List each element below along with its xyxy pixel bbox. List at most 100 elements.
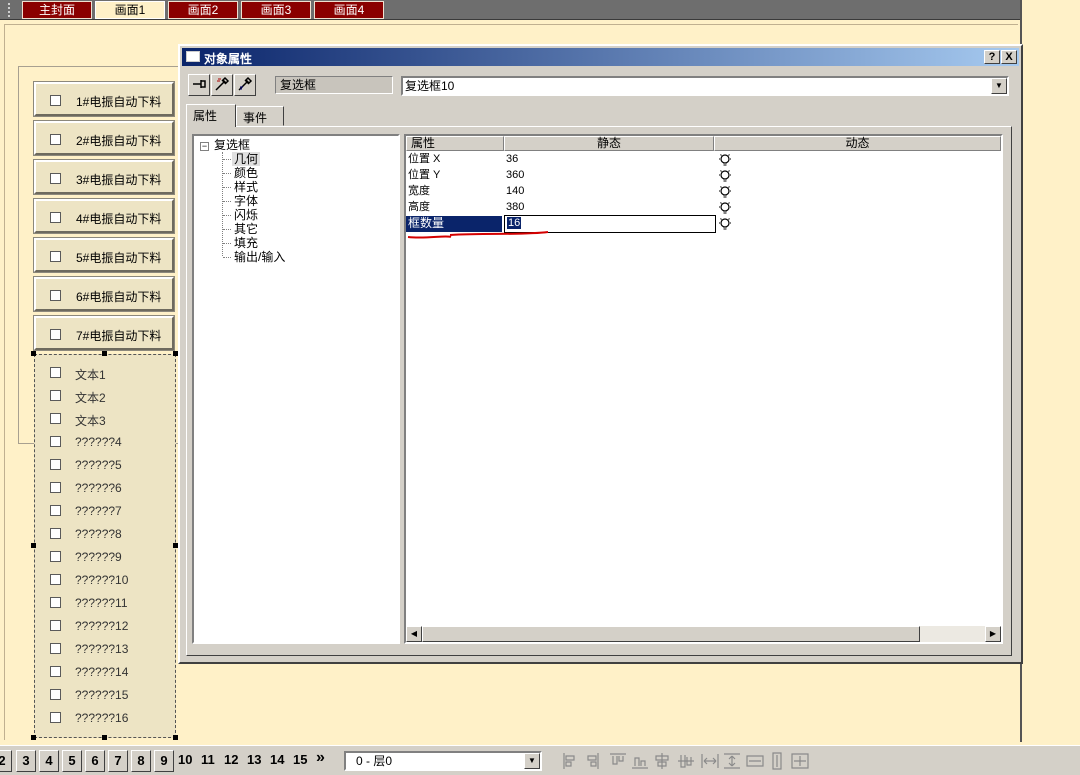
checkbox-square[interactable] [50,367,61,378]
more-pages-button[interactable]: » [316,749,325,767]
tab-main-cover[interactable]: 主封面 [22,1,92,19]
pin-icon[interactable] [188,74,210,96]
property-category-tree[interactable]: − 复选框 几何 颜色 样式 字体 闪烁 其它 填充 输出/输入 [192,134,400,644]
auto-feed-button-3[interactable]: 3#电振自动下料 [33,159,175,195]
checkbox-square[interactable] [50,413,61,424]
auto-feed-button-6[interactable]: 6#电振自动下料 [33,276,175,312]
checkbox-square[interactable] [50,712,61,723]
align-left-icon[interactable] [563,753,575,769]
help-button[interactable]: ? [984,50,1000,64]
scroll-left-icon[interactable]: ◀ [406,626,422,642]
align-right-icon[interactable] [587,753,599,769]
lightbulb-icon[interactable] [718,153,732,167]
same-width-icon[interactable] [746,755,764,767]
column-header-property[interactable]: 属性 [406,136,504,151]
chevron-down-icon[interactable]: ▼ [991,78,1007,94]
checkbox-item[interactable]: ??????8 [35,523,175,545]
lightbulb-icon[interactable] [718,169,732,183]
page-button[interactable]: 5 [62,750,82,772]
align-center-v-icon[interactable] [678,755,694,768]
property-value[interactable]: 360 [506,168,524,184]
tree-item-other[interactable]: 其它 [234,222,258,236]
chevron-down-icon[interactable]: ▼ [524,753,540,769]
page-number[interactable]: 10 [178,752,192,767]
checkbox-square[interactable] [50,643,61,654]
checkbox-item[interactable]: ??????5 [35,454,175,476]
tree-item-color[interactable]: 颜色 [234,166,258,180]
tab-screen-3[interactable]: 画面3 [241,1,311,19]
property-value[interactable]: 380 [506,200,524,216]
auto-feed-button-7[interactable]: 7#电振自动下料 [33,315,175,351]
tree-item-font[interactable]: 字体 [234,194,258,208]
checkbox-square[interactable] [50,666,61,677]
lightbulb-icon[interactable] [718,201,732,215]
checkbox-item[interactable]: ??????15 [35,684,175,706]
paste-dropper-icon[interactable] [234,74,256,96]
dialog-titlebar[interactable]: 对象属性 ? X [182,48,1019,66]
layer-select[interactable]: 0 - 层0 ▼ [344,751,542,771]
checkbox-square[interactable] [50,620,61,631]
resize-handle[interactable] [31,543,36,548]
checkbox-item[interactable]: 文本1 [35,362,175,384]
page-number[interactable]: 13 [247,752,261,767]
tab-screen-4[interactable]: 画面4 [314,1,384,19]
checkbox-item[interactable]: ??????16 [35,707,175,729]
checkbox-group[interactable]: 文本1 文本2 文本3 ??????4 ??????5 ??????6 ????… [34,354,176,738]
collapse-icon[interactable]: − [200,142,209,151]
same-height-icon[interactable] [772,752,782,770]
tree-item-io[interactable]: 输出/输入 [234,250,285,264]
resize-handle[interactable] [31,351,36,356]
tab-events[interactable]: 事件 [236,106,284,126]
auto-feed-button-5[interactable]: 5#电振自动下料 [33,237,175,273]
checkbox-item[interactable]: ??????14 [35,661,175,683]
property-value[interactable]: 36 [506,152,518,168]
checkbox-item[interactable]: ??????10 [35,569,175,591]
page-number[interactable]: 12 [224,752,238,767]
checkbox-square[interactable] [50,597,61,608]
column-header-static[interactable]: 静态 [504,136,714,151]
align-bottom-icon[interactable] [632,757,648,769]
checkbox-item[interactable]: 文本3 [35,408,175,430]
tree-root[interactable]: 复选框 [214,138,250,152]
auto-feed-button-4[interactable]: 4#电振自动下料 [33,198,175,234]
checkbox-square[interactable] [50,505,61,516]
object-name-select[interactable]: 复选框10 ▼ [401,76,1009,96]
checkbox-square[interactable] [50,689,61,700]
page-button[interactable]: 4 [39,750,59,772]
auto-feed-button-2[interactable]: 2#电振自动下料 [33,120,175,156]
resize-handle[interactable] [31,735,36,740]
same-size-icon[interactable] [791,753,809,769]
page-button[interactable]: 9 [154,750,174,772]
resize-handle[interactable] [102,351,107,356]
horizontal-scrollbar[interactable]: ◀ ▶ [406,626,1001,642]
close-button[interactable]: X [1001,50,1017,64]
page-number[interactable]: 11 [201,752,215,767]
tree-item-style[interactable]: 样式 [234,180,258,194]
checkbox-square[interactable] [50,574,61,585]
resize-handle[interactable] [173,735,178,740]
page-button[interactable]: 2 [0,750,12,772]
space-horizontal-icon[interactable] [701,754,719,768]
resize-handle[interactable] [102,735,107,740]
lightbulb-icon[interactable] [718,185,732,199]
tab-properties[interactable]: 属性 [186,104,236,127]
auto-feed-button-1[interactable]: 1#电振自动下料 [33,81,175,117]
page-button[interactable]: 3 [16,750,36,772]
scroll-thumb[interactable] [422,626,920,642]
page-button[interactable]: 7 [108,750,128,772]
tab-screen-2[interactable]: 画面2 [168,1,238,19]
page-number[interactable]: 14 [270,752,284,767]
checkbox-square[interactable] [50,459,61,470]
property-value[interactable]: 140 [506,184,524,200]
align-center-h-icon[interactable] [655,753,669,769]
lightbulb-icon[interactable] [718,217,732,231]
checkbox-square[interactable] [50,551,61,562]
page-button[interactable]: 8 [131,750,151,772]
checkbox-item[interactable]: ??????13 [35,638,175,660]
page-number[interactable]: 15 [293,752,307,767]
tree-item-blink[interactable]: 闪烁 [234,208,258,222]
checkbox-square[interactable] [50,528,61,539]
align-top-icon[interactable] [610,753,626,765]
checkbox-square[interactable] [50,390,61,401]
eyedropper-icon[interactable] [211,74,233,96]
